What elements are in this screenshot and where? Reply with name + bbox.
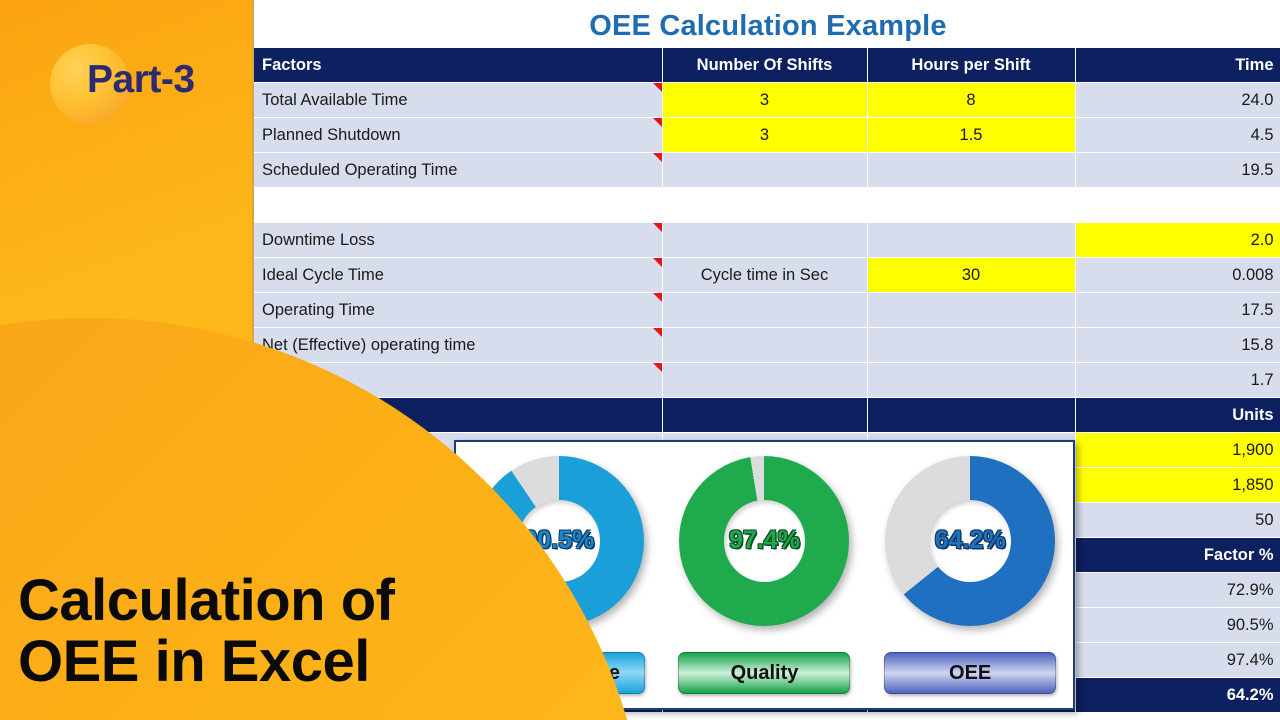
page-title: Calculation of OEE in Excel	[18, 571, 578, 692]
cell-factor-percent: 97.4%	[1075, 642, 1280, 678]
cell-hours[interactable]: 1.5	[867, 117, 1076, 153]
cell-shifts[interactable]: 3	[662, 117, 868, 153]
cell-units[interactable]: 1,900	[1075, 432, 1280, 468]
cell-units: 50	[1075, 502, 1280, 538]
spacer-cell	[1075, 187, 1280, 223]
cell-shifts[interactable]	[662, 362, 868, 398]
cell-factor: Scheduled Operating Time	[254, 152, 663, 188]
table-row[interactable]: Operating Time 17.5	[254, 292, 1280, 328]
cell-factor: Total Available Time	[254, 82, 663, 118]
cell-time[interactable]: 2.0	[1075, 222, 1280, 258]
cell-time: 19.5	[1075, 152, 1280, 188]
cell-shifts[interactable]	[662, 222, 868, 258]
cell-factor-percent: 90.5%	[1075, 607, 1280, 643]
spacer-row	[254, 187, 1280, 223]
sheet-title: OEE Calculation Example	[589, 10, 947, 42]
cell-hours[interactable]	[867, 152, 1076, 188]
header-factors: Factors	[254, 48, 663, 83]
table-row[interactable]: Net (Effective) operating time 15.8	[254, 327, 1280, 363]
cell-hours[interactable]: 8	[867, 82, 1076, 118]
header-hours-per-shift: Hours per Shift	[867, 48, 1076, 83]
table-row[interactable]: Ideal Cycle Time Cycle time in Sec 30 0.…	[254, 257, 1280, 293]
cell-shifts[interactable]	[662, 327, 868, 363]
table-row[interactable]: d Loss 1.7	[254, 362, 1280, 398]
cell-shifts: Cycle time in Sec	[662, 257, 868, 293]
spacer-cell	[662, 187, 868, 223]
table-row[interactable]: Downtime Loss 2.0	[254, 222, 1280, 258]
donut-quality[interactable]: 97.4%	[679, 456, 850, 626]
spacer-cell	[867, 187, 1076, 223]
table-row[interactable]: Planned Shutdown 3 1.5 4.5	[254, 117, 1280, 153]
screenshot-root: OEE Calculation Example Factors Number O…	[0, 0, 1280, 720]
cell-shifts[interactable]	[662, 292, 868, 328]
cell-time: 0.008	[1075, 257, 1280, 293]
cell-time: 4.5	[1075, 117, 1280, 153]
header-units: Units	[1075, 397, 1280, 433]
page-title-line-2: OEE in Excel	[18, 628, 370, 694]
cell-hours[interactable]: 30	[867, 257, 1076, 293]
spacer-cell	[254, 187, 663, 223]
cell-shifts[interactable]	[662, 152, 868, 188]
cell-factor: Net (Effective) operating time	[254, 327, 663, 363]
header-factor-percent: Factor %	[1075, 537, 1280, 573]
cell-time: 1.7	[1075, 362, 1280, 398]
table-row[interactable]: Scheduled Operating Time 19.5	[254, 152, 1280, 188]
header-blank-1	[662, 397, 868, 433]
cell-units[interactable]: 1,850	[1075, 467, 1280, 503]
cell-time: 24.0	[1075, 82, 1280, 118]
cell-hours[interactable]	[867, 362, 1076, 398]
header-blank-2	[867, 397, 1076, 433]
quality-button[interactable]: Quality	[678, 652, 851, 694]
part-badge-label: Part-3	[87, 58, 195, 101]
oee-button[interactable]: OEE	[884, 652, 1057, 694]
cell-shifts[interactable]: 3	[662, 82, 868, 118]
header-time: Time	[1075, 48, 1280, 83]
cell-hours[interactable]	[867, 222, 1076, 258]
table-header-row-1: Factors Number Of Shifts Hours per Shift…	[254, 48, 1280, 83]
cell-factor: Operating Time	[254, 292, 663, 328]
cell-time: 15.8	[1075, 327, 1280, 363]
cell-hours[interactable]	[867, 292, 1076, 328]
cell-time: 17.5	[1075, 292, 1280, 328]
cell-oee-total: 64.2%	[1075, 677, 1280, 713]
donut-oee-value: 64.2%	[934, 525, 1006, 554]
cell-factor-percent: 72.9%	[1075, 572, 1280, 608]
donut-quality-value: 97.4%	[729, 525, 800, 554]
cell-hours[interactable]	[867, 327, 1076, 363]
table-row[interactable]: Total Available Time 3 8 24.0	[254, 82, 1280, 118]
cell-factor: Ideal Cycle Time	[254, 257, 663, 293]
donut-oee[interactable]: 64.2%	[885, 456, 1056, 626]
cell-factor: Downtime Loss	[254, 222, 663, 258]
cell-factor: Planned Shutdown	[254, 117, 663, 153]
header-number-of-shifts: Number Of Shifts	[662, 48, 868, 83]
part-badge: Part-3	[45, 38, 260, 130]
page-title-line-1: Calculation of	[18, 568, 395, 634]
